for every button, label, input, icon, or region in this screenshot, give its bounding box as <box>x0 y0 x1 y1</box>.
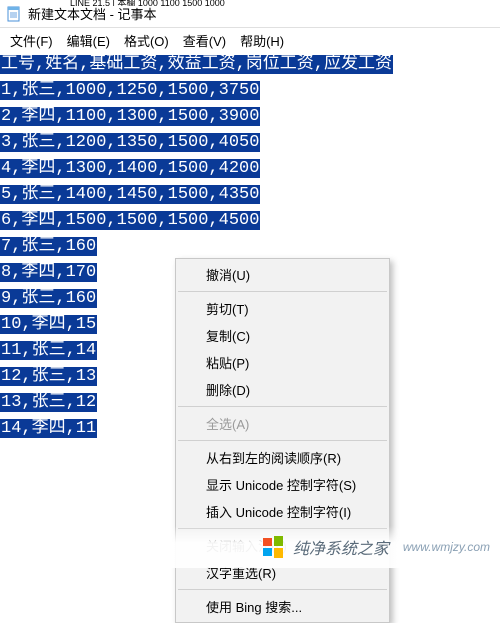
ctx-separator <box>178 406 387 407</box>
windows-logo-icon <box>263 536 285 558</box>
watermark-url: www.wmjzy.com <box>403 540 490 554</box>
context-menu: 撤消(U) 剪切(T) 复制(C) 粘贴(P) 删除(D) 全选(A) 从右到左… <box>175 258 390 623</box>
text-line: 2,李四,1100,1300,1500,3900 <box>0 104 500 130</box>
menu-view[interactable]: 查看(V) <box>177 29 232 52</box>
window-title: 新建文本文档 - 记事本 <box>28 4 157 23</box>
text-line: 1,张三,1000,1250,1500,3750 <box>0 78 500 104</box>
text-line: 4,李四,1300,1400,1500,4200 <box>0 156 500 182</box>
ctx-separator <box>178 291 387 292</box>
text-line: 6,李四,1500,1500,1500,4500 <box>0 208 500 234</box>
watermark: 纯净系统之家 www.wmjzy.com <box>0 526 500 568</box>
ctx-rtl-reading[interactable]: 从右到左的阅读顺序(R) <box>176 444 389 471</box>
menu-bar: 文件(F) 编辑(E) 格式(O) 查看(V) 帮助(H) <box>0 28 500 52</box>
notepad-icon <box>6 6 22 22</box>
text-line: 3,张三,1200,1350,1500,4050 <box>0 130 500 156</box>
ctx-separator <box>178 589 387 590</box>
title-bar: LINE 21,5 | 本欄 1000 1100 1500 1000 新建文本文… <box>0 0 500 28</box>
menu-help[interactable]: 帮助(H) <box>234 29 290 52</box>
text-line: 7,张三,160 <box>0 234 500 260</box>
ctx-paste[interactable]: 粘贴(P) <box>176 349 389 376</box>
menu-edit[interactable]: 编辑(E) <box>61 29 116 52</box>
text-line: 5,张三,1400,1450,1500,4350 <box>0 182 500 208</box>
text-line: 工号,姓名,基础工资,效益工资,岗位工资,应发工资 <box>0 52 500 78</box>
ctx-separator <box>178 440 387 441</box>
ctx-show-unicode[interactable]: 显示 Unicode 控制字符(S) <box>176 471 389 498</box>
ctx-delete[interactable]: 删除(D) <box>176 376 389 403</box>
menu-format[interactable]: 格式(O) <box>118 29 175 52</box>
menu-file[interactable]: 文件(F) <box>4 29 59 52</box>
ctx-bing-search[interactable]: 使用 Bing 搜索... <box>176 593 389 620</box>
ctx-cut[interactable]: 剪切(T) <box>176 295 389 322</box>
ctx-insert-unicode[interactable]: 插入 Unicode 控制字符(I) <box>176 498 389 525</box>
ctx-copy[interactable]: 复制(C) <box>176 322 389 349</box>
watermark-brand: 纯净系统之家 <box>293 535 389 559</box>
ctx-select-all[interactable]: 全选(A) <box>176 410 389 437</box>
ctx-undo[interactable]: 撤消(U) <box>176 261 389 288</box>
background-fragment: LINE 21,5 | 本欄 1000 1100 1500 1000 <box>0 0 500 6</box>
